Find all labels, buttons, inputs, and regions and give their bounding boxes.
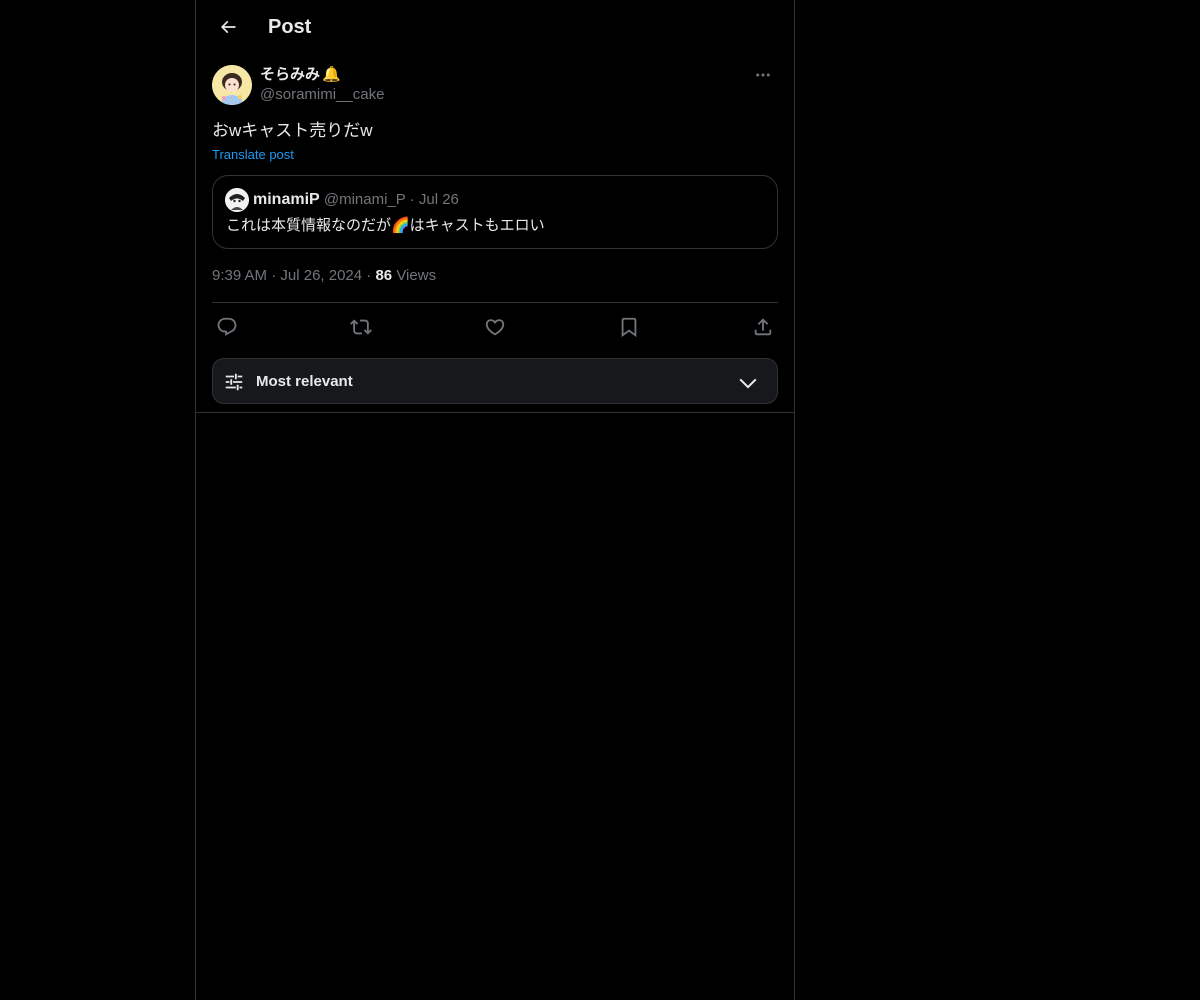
post-time[interactable]: 9:39 AM — [212, 267, 267, 284]
meta-separator: · — [271, 267, 277, 284]
back-button[interactable] — [212, 11, 244, 43]
views-count: 86 — [375, 267, 393, 284]
page-title: Post — [268, 16, 312, 38]
heart-icon — [485, 319, 505, 336]
chevron-down-icon — [739, 378, 757, 389]
share-button[interactable] — [748, 313, 778, 341]
author-name-text: そらみみ — [260, 66, 321, 83]
post-author: そらみみ 🔔 @soramimi__cake — [212, 64, 778, 106]
section-divider — [196, 412, 794, 413]
views-label: Views — [396, 267, 437, 284]
main-column: Post そらみみ 🔔 @soramimi__cake おwキャスト売りだw T… — [195, 0, 795, 1000]
divider — [212, 302, 778, 303]
share-icon — [754, 318, 772, 336]
post-date[interactable]: Jul 26, 2024 — [280, 267, 362, 284]
translate-link[interactable]: Translate post — [212, 146, 294, 164]
reply-icon — [217, 317, 237, 336]
more-button[interactable] — [748, 64, 778, 86]
meta-separator-2: · — [366, 267, 372, 284]
arrow-left-icon — [220, 20, 236, 34]
page-header: Post — [196, 0, 794, 54]
sort-label: Most relevant — [256, 373, 353, 390]
post-text: おwキャスト売りだw — [212, 121, 373, 140]
bell-emoji: 🔔 — [322, 66, 341, 83]
like-button[interactable] — [480, 313, 510, 341]
author-display-name[interactable]: そらみみ 🔔 — [260, 65, 341, 85]
quoted-display-name: minamiP — [253, 191, 320, 208]
reply-button[interactable] — [212, 313, 242, 341]
author-handle[interactable]: @soramimi__cake — [260, 85, 384, 105]
quoted-avatar — [225, 188, 249, 212]
bookmark-button[interactable] — [614, 313, 644, 341]
post-meta: 9:39 AM · Jul 26, 2024 · 86 Views — [212, 266, 436, 286]
sliders-icon — [225, 373, 243, 391]
quoted-meta: minamiP @minami_P · Jul 26 — [253, 189, 459, 211]
more-horizontal-icon — [756, 73, 770, 77]
quoted-post[interactable]: minamiP @minami_P · Jul 26 これは本質情報なのだが🌈は… — [212, 175, 778, 249]
action-bar — [212, 313, 778, 341]
user-avatar[interactable] — [212, 65, 252, 105]
bookmark-icon — [621, 317, 637, 338]
repost-icon — [350, 319, 372, 335]
quoted-date: Jul 26 — [418, 191, 459, 208]
sort-replies-dropdown[interactable]: Most relevant — [212, 358, 778, 404]
repost-button[interactable] — [346, 313, 376, 341]
quoted-separator: · — [409, 191, 415, 208]
quoted-handle: @minami_P — [323, 191, 406, 208]
quoted-text: これは本質情報なのだが🌈はキャストもエロい — [226, 217, 545, 234]
